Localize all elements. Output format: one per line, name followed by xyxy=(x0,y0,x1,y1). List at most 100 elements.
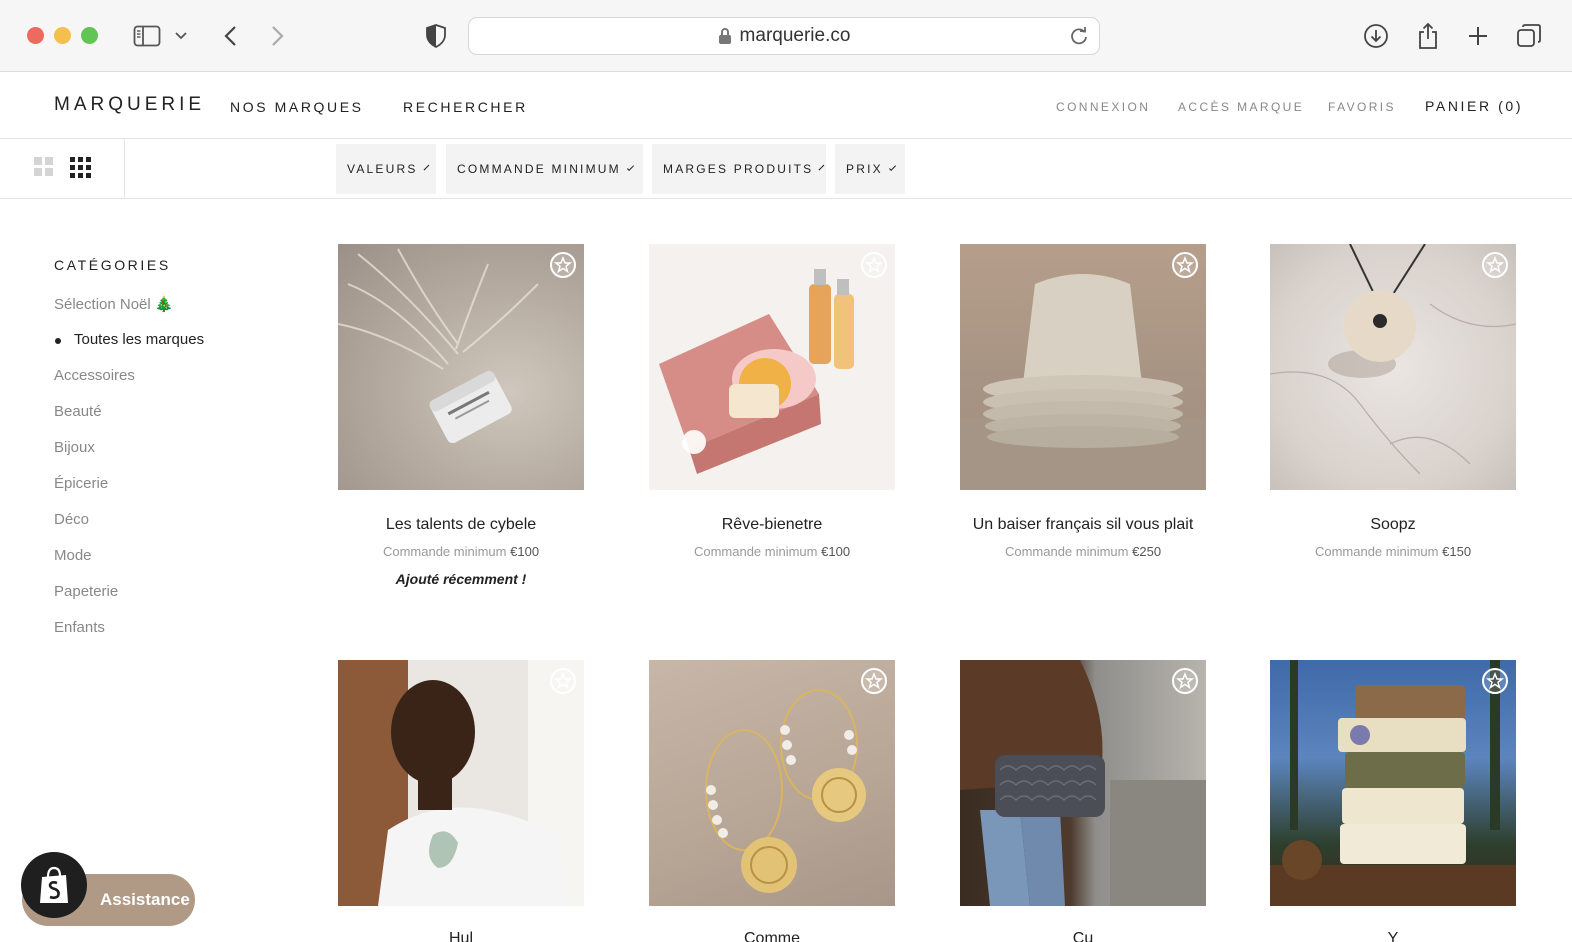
filter-label: VALEURS xyxy=(347,162,418,176)
product-card[interactable]: Cu xyxy=(960,660,1206,942)
favorite-star-icon[interactable] xyxy=(1481,251,1509,279)
category-mode[interactable]: Mode xyxy=(54,547,92,564)
filter-label: MARGES PRODUITS xyxy=(663,162,814,176)
minimize-window-button[interactable] xyxy=(54,27,71,44)
product-name[interactable]: Comme xyxy=(649,930,895,942)
product-name[interactable]: Soopz xyxy=(1270,516,1516,534)
filter-marges-produits[interactable]: MARGES PRODUITS xyxy=(652,144,826,194)
view-toggle xyxy=(0,139,125,199)
product-minimum-order: Commande minimum €250 xyxy=(960,544,1206,559)
minimum-order-label: Commande minimum xyxy=(1314,544,1439,559)
chevron-down-icon xyxy=(888,163,897,171)
lock-icon xyxy=(718,28,731,44)
category-enfants[interactable]: Enfants xyxy=(54,619,105,636)
minimum-order-label: Commande minimum xyxy=(382,544,507,559)
minimum-order-value: €100 xyxy=(510,544,540,559)
favorite-star-icon[interactable] xyxy=(860,251,888,279)
active-category-bullet xyxy=(55,338,61,344)
site-logo[interactable]: MARQUERIE xyxy=(54,94,205,116)
product-name[interactable]: Rêve-bienetre xyxy=(649,516,895,534)
product-name[interactable]: Cu xyxy=(960,930,1206,942)
close-window-button[interactable] xyxy=(27,27,44,44)
assistance-label: Assistance xyxy=(100,890,190,909)
product-name[interactable]: Y xyxy=(1270,930,1516,942)
back-icon[interactable] xyxy=(216,22,244,50)
privacy-shield-icon[interactable] xyxy=(422,22,450,50)
forward-icon[interactable] xyxy=(264,22,292,50)
nav-acces-marque[interactable]: ACCÈS MARQUE xyxy=(1178,100,1304,114)
filter-label: COMMANDE MINIMUM xyxy=(457,162,621,176)
product-card[interactable]: Hul xyxy=(338,660,584,942)
small-grid-icon[interactable] xyxy=(70,157,91,178)
cart-link[interactable]: PANIER (0) xyxy=(1425,98,1523,114)
filter-commande-minimum[interactable]: COMMANDE MINIMUM xyxy=(446,144,643,194)
product-image-tshirt-model[interactable] xyxy=(338,660,584,906)
filter-bar: VALEURS COMMANDE MINIMUM MARGES PRODUITS… xyxy=(0,139,1572,199)
category-toutes-les-marques[interactable]: Toutes les marques xyxy=(74,331,204,348)
minimum-order-value: €250 xyxy=(1132,544,1162,559)
nav-favoris[interactable]: FAVORIS xyxy=(1328,100,1396,114)
filter-label: PRIX xyxy=(846,162,883,176)
product-minimum-order: Commande minimum €100 xyxy=(338,544,584,559)
shopify-bag-icon[interactable] xyxy=(21,852,87,918)
new-tab-icon[interactable] xyxy=(1464,22,1492,50)
zoom-window-button[interactable] xyxy=(81,27,98,44)
product-name[interactable]: Les talents de cybele xyxy=(338,516,584,534)
tab-overview-icon[interactable] xyxy=(1515,22,1543,50)
chevron-down-icon xyxy=(819,164,825,170)
chevron-down-icon xyxy=(423,164,429,170)
minimum-order-value: €100 xyxy=(821,544,851,559)
favorite-star-icon[interactable] xyxy=(860,667,888,695)
product-image-cosmetic-jar[interactable] xyxy=(338,244,584,490)
product-image-gift-box[interactable] xyxy=(649,244,895,490)
category-selection-noel[interactable]: Sélection Noël 🎄 xyxy=(54,295,174,313)
share-icon[interactable] xyxy=(1414,22,1442,50)
category-bijoux[interactable]: Bijoux xyxy=(54,439,95,456)
category-epicerie[interactable]: Épicerie xyxy=(54,475,108,492)
sidebar-toggle-icon[interactable] xyxy=(133,22,161,50)
product-image-bucket-hats[interactable] xyxy=(960,244,1206,490)
product-card[interactable]: Soopz Commande minimum €150 xyxy=(1270,244,1516,559)
filter-prix[interactable]: PRIX xyxy=(835,144,905,194)
product-minimum-order: Commande minimum €150 xyxy=(1270,544,1516,559)
product-image-earrings[interactable] xyxy=(649,660,895,906)
browser-toolbar: marquerie.co xyxy=(0,0,1572,72)
category-accessoires[interactable]: Accessoires xyxy=(54,367,135,384)
minimum-order-label: Commande minimum xyxy=(1004,544,1129,559)
download-icon[interactable] xyxy=(1362,22,1390,50)
favorite-star-icon[interactable] xyxy=(1481,667,1509,695)
product-card[interactable]: Comme xyxy=(649,660,895,942)
chevron-down-icon[interactable] xyxy=(170,22,192,50)
product-image-soap-pendant[interactable] xyxy=(1270,244,1516,490)
product-card[interactable]: Y xyxy=(1270,660,1516,942)
favorite-star-icon[interactable] xyxy=(549,251,577,279)
favorite-star-icon[interactable] xyxy=(1171,667,1199,695)
reload-icon[interactable] xyxy=(1069,26,1089,46)
product-image-handbag[interactable] xyxy=(960,660,1206,906)
category-deco[interactable]: Déco xyxy=(54,511,89,528)
nav-rechercher[interactable]: RECHERCHER xyxy=(403,99,528,115)
product-name[interactable]: Un baiser français sil vous plait xyxy=(960,516,1206,534)
category-papeterie[interactable]: Papeterie xyxy=(54,583,118,600)
nav-connexion[interactable]: CONNEXION xyxy=(1056,100,1150,114)
minimum-order-label: Commande minimum xyxy=(693,544,818,559)
minimum-order-value: €150 xyxy=(1442,544,1472,559)
filter-valeurs[interactable]: VALEURS xyxy=(336,144,436,194)
product-card[interactable]: Un baiser français sil vous plait Comman… xyxy=(960,244,1206,559)
product-card[interactable]: Les talents de cybele Commande minimum €… xyxy=(338,244,584,587)
address-bar[interactable]: marquerie.co xyxy=(468,17,1100,55)
product-name[interactable]: Hul xyxy=(338,930,584,942)
site-header: MARQUERIE NOS MARQUES RECHERCHER CONNEXI… xyxy=(0,72,1572,139)
categories-title: CATÉGORIES xyxy=(54,257,171,273)
large-grid-icon[interactable] xyxy=(34,157,53,176)
product-card[interactable]: Rêve-bienetre Commande minimum €100 xyxy=(649,244,895,559)
nav-nos-marques[interactable]: NOS MARQUES xyxy=(230,99,364,115)
favorite-star-icon[interactable] xyxy=(1171,251,1199,279)
product-minimum-order: Commande minimum €100 xyxy=(649,544,895,559)
category-beaute[interactable]: Beauté xyxy=(54,403,102,420)
recently-added-badge: Ajouté récemment ! xyxy=(395,571,527,587)
chevron-down-icon xyxy=(626,163,635,171)
url-text: marquerie.co xyxy=(739,25,851,46)
product-image-soap-stack[interactable] xyxy=(1270,660,1516,906)
favorite-star-icon[interactable] xyxy=(549,667,577,695)
